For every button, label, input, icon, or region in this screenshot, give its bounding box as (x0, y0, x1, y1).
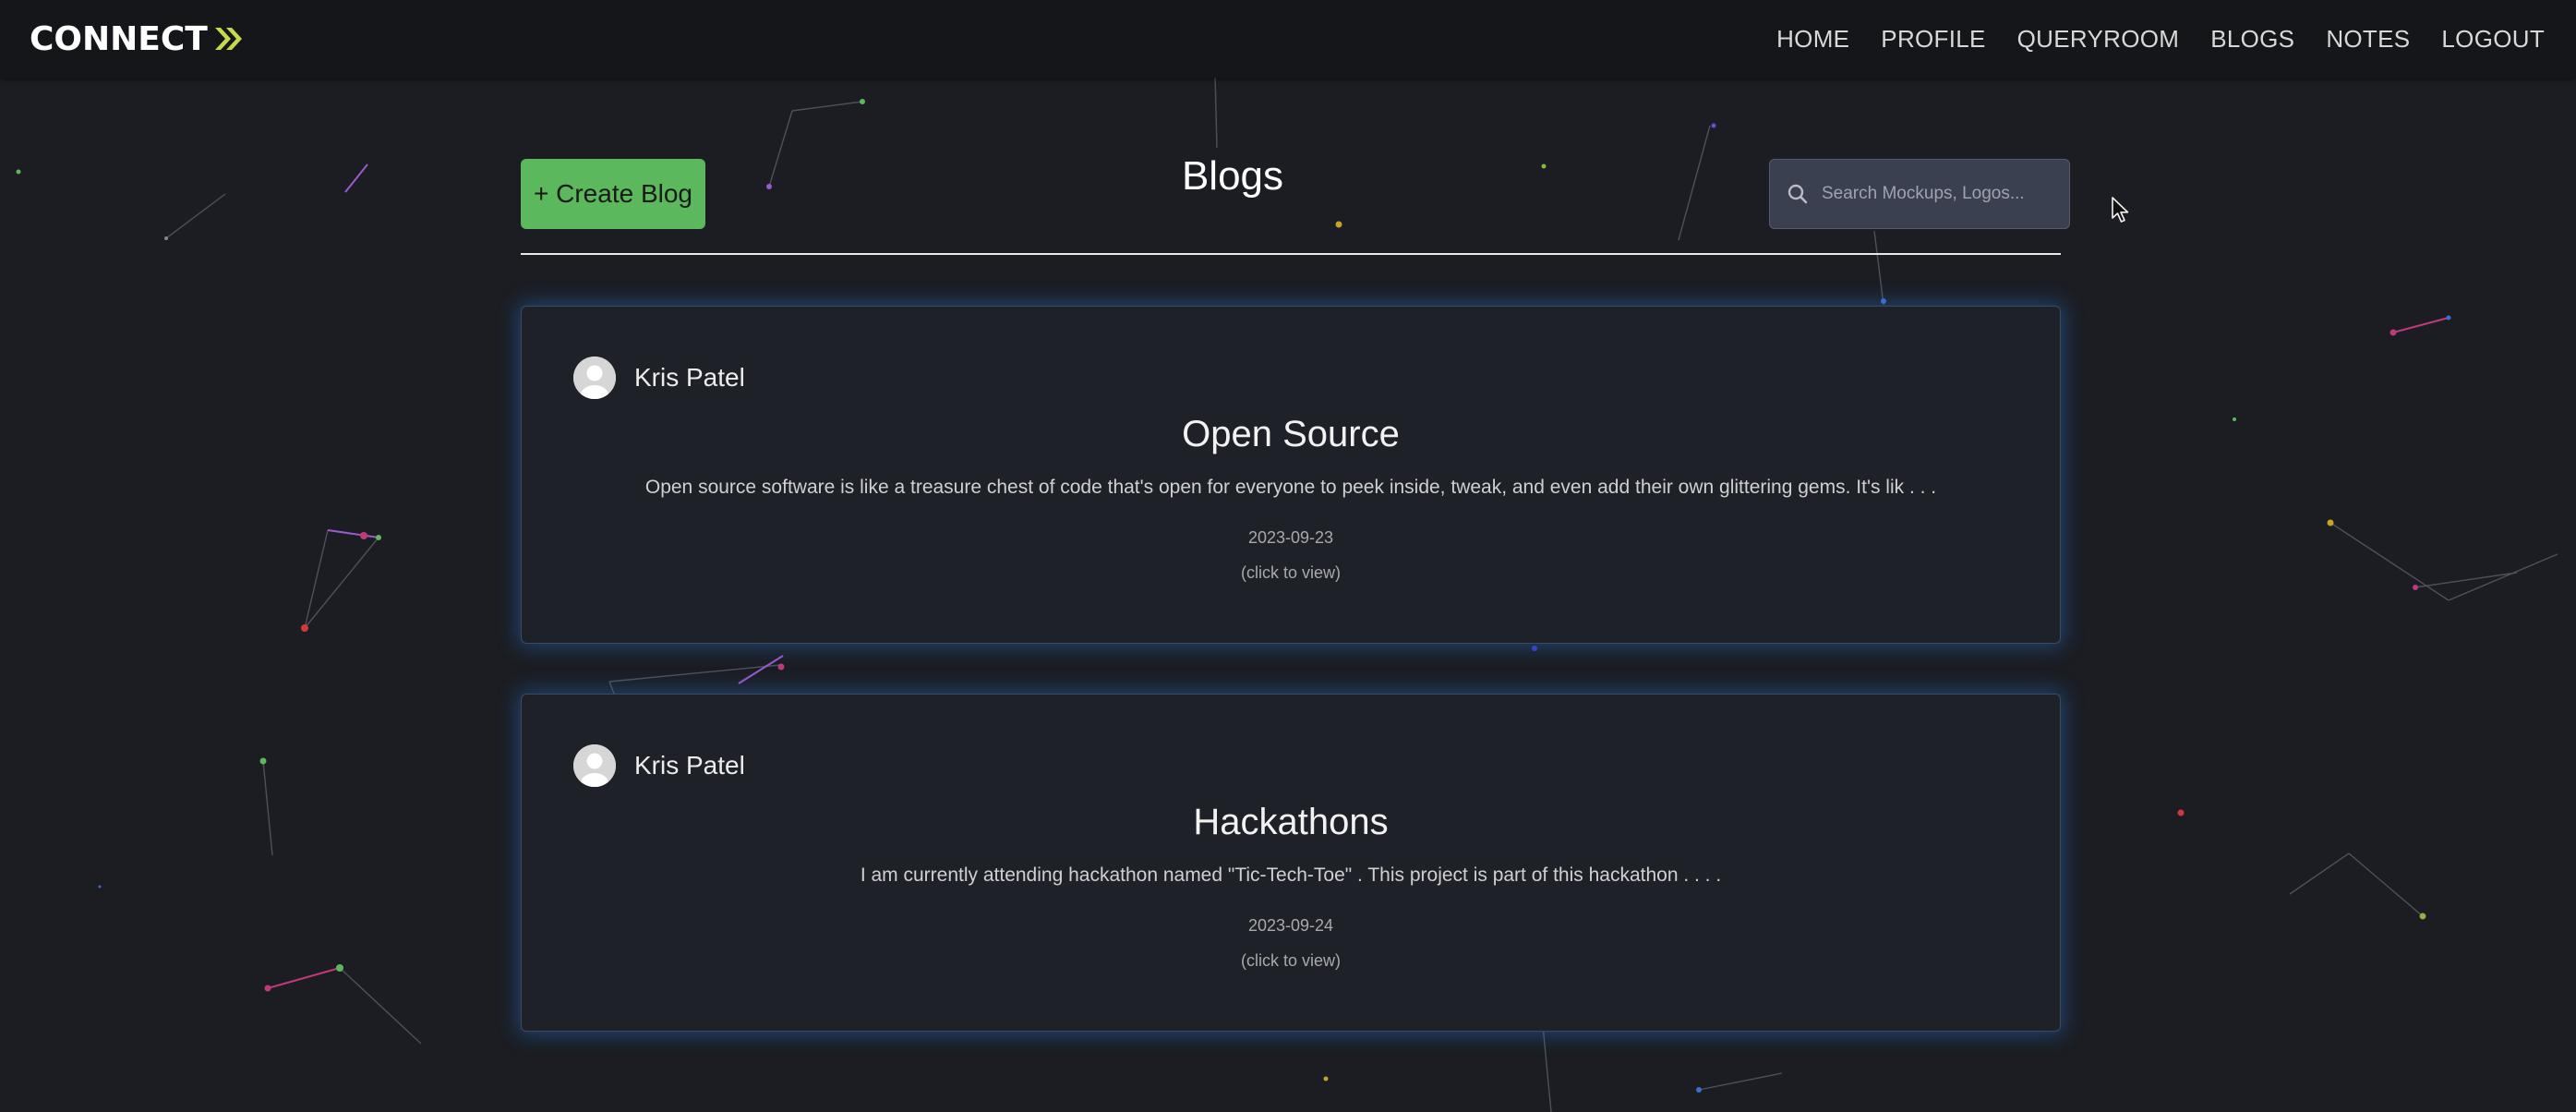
blog-card[interactable]: Kris Patel Hackathons I am currently att… (521, 694, 2061, 1032)
blog-title: Open Source (1182, 414, 1400, 454)
page: CONNECT HOME PROFILE QUERYROOM BLOGS NOT… (0, 0, 2576, 1112)
nav-notes[interactable]: NOTES (2326, 25, 2410, 54)
avatar (573, 357, 616, 399)
logo[interactable]: CONNECT (30, 18, 245, 59)
search-box[interactable] (1769, 159, 2070, 229)
nav-blogs[interactable]: BLOGS (2210, 25, 2294, 54)
nav-home[interactable]: HOME (1776, 25, 1849, 54)
blog-title: Hackathons (1193, 802, 1389, 842)
blog-author: Kris Patel (573, 744, 745, 787)
blog-date: 2023-09-24 (1247, 916, 1334, 935)
nav-links: HOME PROFILE QUERYROOM BLOGS NOTES LOGOU… (1745, 0, 2545, 78)
logo-chevrons-icon (213, 25, 245, 53)
blog-card[interactable]: Kris Patel Open Source Open source softw… (521, 306, 2061, 644)
blog-author: Kris Patel (573, 357, 745, 399)
author-name: Kris Patel (634, 751, 745, 780)
mouse-cursor-icon (2112, 197, 2129, 223)
create-blog-button[interactable]: + Create Blog (521, 159, 705, 229)
nav-logout[interactable]: LOGOUT (2441, 25, 2545, 54)
click-to-view-hint: (click to view) (1240, 563, 1341, 582)
author-name: Kris Patel (634, 363, 745, 392)
header-divider (521, 253, 2061, 255)
avatar (573, 744, 616, 787)
nav-profile[interactable]: PROFILE (1881, 25, 1985, 54)
click-to-view-hint: (click to view) (1240, 951, 1341, 970)
search-icon (1788, 184, 1808, 204)
page-title: Blogs (1181, 153, 1284, 199)
nav-queryroom[interactable]: QUERYROOM (2017, 25, 2180, 54)
blog-excerpt: Open source software is like a treasure … (644, 477, 1937, 498)
blog-date: 2023-09-23 (1247, 528, 1334, 547)
logo-text: CONNECT (30, 19, 208, 58)
blog-excerpt: I am currently attending hackathon named… (860, 864, 1722, 886)
top-navbar: CONNECT HOME PROFILE QUERYROOM BLOGS NOT… (0, 0, 2576, 78)
search-input[interactable] (1822, 184, 2052, 204)
